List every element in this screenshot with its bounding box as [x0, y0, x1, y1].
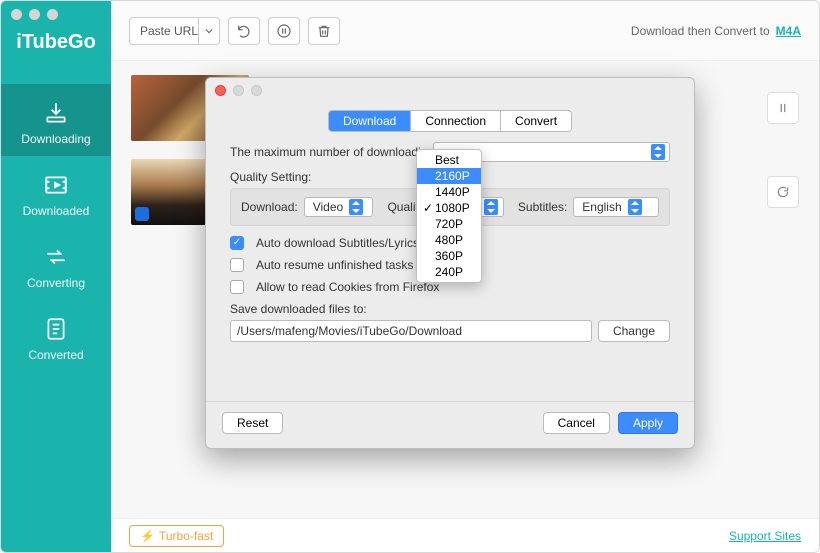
minimize-icon[interactable] [29, 9, 40, 20]
quality-option[interactable]: 2160P [417, 168, 481, 184]
footer: ⚡ Turbo-fast Support Sites [111, 518, 819, 552]
sidebar-item-downloaded[interactable]: Downloaded [1, 156, 111, 228]
checkbox-icon [230, 280, 244, 294]
dialog-footer: Reset Cancel Apply [206, 401, 694, 448]
subtitles-value: English [582, 200, 621, 214]
minimize-icon [233, 85, 244, 96]
document-list-icon [41, 314, 71, 344]
quality-option-label: 240P [435, 265, 463, 279]
checkbox-icon [230, 258, 244, 272]
bolt-icon: ⚡ [140, 529, 155, 543]
quality-option[interactable]: 480P [417, 232, 481, 248]
quality-option-label: 360P [435, 249, 463, 263]
quality-option-label: 720P [435, 217, 463, 231]
quality-option[interactable]: 360P [417, 248, 481, 264]
subtitles-label: Subtitles: [518, 200, 567, 214]
download-type-label: Download: [241, 200, 298, 214]
close-icon[interactable] [215, 85, 226, 96]
pause-circle-icon [276, 23, 292, 39]
convert-to-control: Download then Convert to M4A [631, 24, 801, 38]
sidebar-item-downloading[interactable]: Downloading [1, 84, 111, 156]
quality-option[interactable]: 720P [417, 216, 481, 232]
pause-all-button[interactable] [268, 17, 300, 45]
quality-dropdown: Best2160P1440P✓1080P720P480P360P240P [416, 149, 482, 283]
change-path-button[interactable]: Change [598, 320, 670, 342]
refresh-icon [776, 185, 790, 199]
toolbar: Paste URL Download t [111, 1, 819, 61]
reset-button[interactable]: Reset [222, 412, 283, 434]
convert-format-link[interactable]: M4A [776, 24, 801, 38]
paste-url-button[interactable]: Paste URL [129, 17, 220, 45]
download-type-select[interactable]: Video [304, 197, 374, 217]
download-type-value: Video [313, 200, 343, 214]
tab-connection[interactable]: Connection [411, 111, 501, 131]
quality-option-label: 480P [435, 233, 463, 247]
sidebar: iTubeGo Downloading Downloaded Convertin… [1, 1, 111, 552]
undo-icon [236, 23, 252, 39]
pause-icon [776, 101, 790, 115]
save-to-label: Save downloaded files to: [230, 302, 367, 316]
auto-subtitles-label: Auto download Subtitles/Lyrics [256, 236, 419, 250]
maximize-icon[interactable] [47, 9, 58, 20]
quality-option-label: 1440P [435, 185, 470, 199]
sidebar-item-label: Converting [27, 276, 85, 290]
window-traffic-lights [11, 9, 58, 20]
turbo-fast-button[interactable]: ⚡ Turbo-fast [129, 525, 224, 547]
pause-item-button[interactable] [767, 92, 799, 124]
dropdown-stepper-icon [349, 199, 363, 215]
delete-button[interactable] [308, 17, 340, 45]
quality-section-label: Quality Setting: [230, 170, 311, 184]
subtitles-select[interactable]: English [573, 197, 659, 217]
dropdown-stepper-icon [484, 199, 498, 215]
save-path-input[interactable]: /Users/mafeng/Movies/iTubeGo/Download [230, 320, 592, 342]
checkbox-icon [230, 236, 244, 250]
turbo-label: Turbo-fast [159, 529, 213, 543]
source-badge-icon [135, 207, 149, 221]
quality-option[interactable]: 1440P [417, 184, 481, 200]
sidebar-item-label: Downloading [21, 132, 90, 146]
quality-option[interactable]: Best [417, 152, 481, 168]
film-play-icon [41, 170, 71, 200]
dropdown-stepper-icon [651, 144, 665, 160]
sidebar-item-label: Downloaded [23, 204, 90, 218]
apply-button[interactable]: Apply [618, 412, 678, 434]
check-icon: ✓ [423, 201, 433, 215]
cookies-label: Allow to read Cookies from Firefox [256, 280, 439, 294]
tab-convert[interactable]: Convert [501, 111, 571, 131]
sidebar-item-converting[interactable]: Converting [1, 228, 111, 300]
download-arrow-icon [41, 98, 71, 128]
convert-arrows-icon [41, 242, 71, 272]
undo-button[interactable] [228, 17, 260, 45]
retry-item-button[interactable] [767, 176, 799, 208]
quality-option[interactable]: 240P [417, 264, 481, 280]
chevron-down-icon[interactable] [198, 18, 219, 44]
app-window: iTubeGo Downloading Downloaded Convertin… [0, 0, 820, 553]
paste-url-label: Paste URL [140, 24, 198, 38]
dropdown-stepper-icon [628, 199, 642, 215]
quality-option[interactable]: ✓1080P [417, 200, 481, 216]
close-icon[interactable] [11, 9, 22, 20]
cancel-button[interactable]: Cancel [543, 412, 610, 434]
quality-option-label: 1080P [435, 201, 470, 215]
sidebar-item-label: Converted [28, 348, 83, 362]
support-sites-link[interactable]: Support Sites [729, 529, 801, 543]
quality-option-label: 2160P [435, 169, 470, 183]
trash-icon [316, 23, 332, 39]
max-downloads-label: The maximum number of downloadin [230, 145, 427, 159]
dialog-traffic-lights [215, 85, 262, 96]
convert-label: Download then Convert to [631, 24, 770, 38]
app-logo: iTubeGo [6, 31, 106, 54]
sidebar-item-converted[interactable]: Converted [1, 300, 111, 372]
settings-tabs: Download Connection Convert [328, 110, 572, 132]
tab-download[interactable]: Download [329, 111, 411, 131]
maximize-icon [251, 85, 262, 96]
quality-option-label: Best [435, 153, 459, 167]
